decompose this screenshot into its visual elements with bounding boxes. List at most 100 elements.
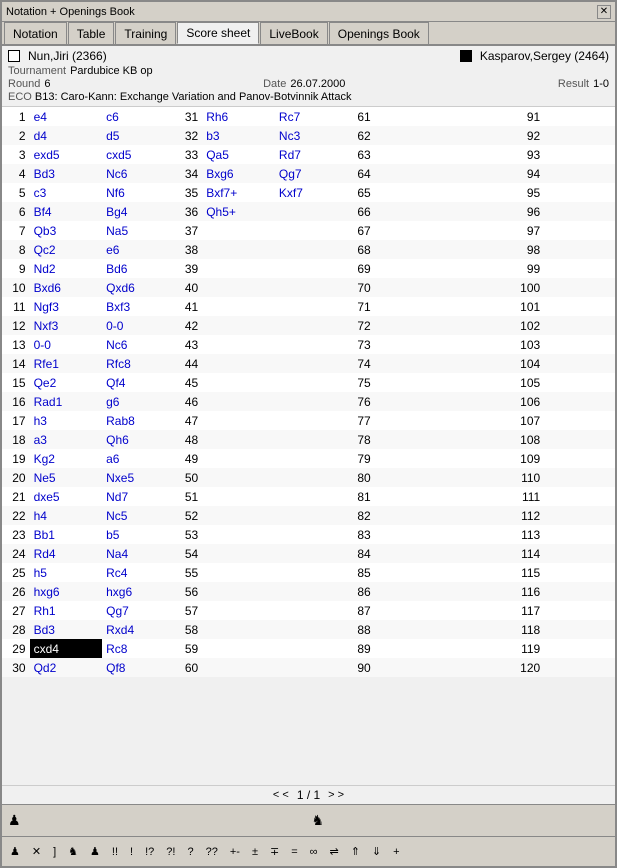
move-black3-86[interactable] [445, 582, 516, 601]
move-white-2[interactable]: d4 [30, 126, 103, 145]
move-black-7[interactable]: Na5 [102, 221, 175, 240]
tab-scoresheet[interactable]: Score sheet [177, 22, 259, 44]
move-white2-33[interactable]: Qa5 [202, 145, 275, 164]
move-white2-45[interactable] [202, 373, 275, 392]
move-black-18[interactable]: Qh6 [102, 430, 175, 449]
move-black2-43[interactable] [275, 335, 347, 354]
move-white-27[interactable]: Rh1 [30, 601, 103, 620]
tab-livebook[interactable]: LiveBook [260, 22, 327, 44]
move-white3-85[interactable] [375, 563, 446, 582]
move-white2-44[interactable] [202, 354, 275, 373]
move-black-27[interactable]: Qg7 [102, 601, 175, 620]
move-white2-56[interactable] [202, 582, 275, 601]
plus-btn[interactable]: + [389, 844, 403, 860]
move-white4-101[interactable] [544, 297, 615, 316]
tab-notation[interactable]: Notation [4, 22, 67, 44]
mp-btn[interactable]: ∓ [266, 843, 283, 860]
move-black2-44[interactable] [275, 354, 347, 373]
move-white-21[interactable]: dxe5 [30, 487, 103, 506]
move-black-20[interactable]: Nxe5 [102, 468, 175, 487]
move-white3-69[interactable] [375, 259, 446, 278]
move-white3-90[interactable] [375, 658, 446, 677]
move-black3-89[interactable] [445, 639, 516, 658]
move-white2-35[interactable]: Bxf7+ [202, 183, 275, 202]
move-black-11[interactable]: Bxf3 [102, 297, 175, 316]
move-white-29[interactable]: cxd4 [30, 639, 103, 658]
move-white2-47[interactable] [202, 411, 275, 430]
move-white-12[interactable]: Nxf3 [30, 316, 103, 335]
move-black3-64[interactable] [445, 164, 516, 183]
move-black3-85[interactable] [445, 563, 516, 582]
move-white4-110[interactable] [544, 468, 615, 487]
move-white4-94[interactable] [544, 164, 615, 183]
move-white3-66[interactable] [375, 202, 446, 221]
move-white3-75[interactable] [375, 373, 446, 392]
move-black3-76[interactable] [445, 392, 516, 411]
move-black3-61[interactable] [445, 107, 516, 126]
move-white4-96[interactable] [544, 202, 615, 221]
move-white3-68[interactable] [375, 240, 446, 259]
move-black3-79[interactable] [445, 449, 516, 468]
move-white4-108[interactable] [544, 430, 615, 449]
move-white3-72[interactable] [375, 316, 446, 335]
move-white3-70[interactable] [375, 278, 446, 297]
first-page-button[interactable]: < < [273, 789, 289, 801]
move-white2-49[interactable] [202, 449, 275, 468]
move-white-23[interactable]: Bb1 [30, 525, 103, 544]
move-white-16[interactable]: Rad1 [30, 392, 103, 411]
move-white-19[interactable]: Kg2 [30, 449, 103, 468]
move-black3-72[interactable] [445, 316, 516, 335]
move-white4-104[interactable] [544, 354, 615, 373]
move-white4-91[interactable] [544, 107, 615, 126]
move-black-25[interactable]: Rc4 [102, 563, 175, 582]
move-black3-83[interactable] [445, 525, 516, 544]
move-white2-39[interactable] [202, 259, 275, 278]
move-white4-98[interactable] [544, 240, 615, 259]
move-white3-82[interactable] [375, 506, 446, 525]
move-black-13[interactable]: Nc6 [102, 335, 175, 354]
move-black2-37[interactable] [275, 221, 347, 240]
last-page-button[interactable]: > > [328, 789, 344, 801]
double-exclaim-btn[interactable]: !! [108, 844, 122, 860]
move-black3-73[interactable] [445, 335, 516, 354]
move-white4-114[interactable] [544, 544, 615, 563]
move-black2-53[interactable] [275, 525, 347, 544]
move-black2-60[interactable] [275, 658, 347, 677]
move-white2-59[interactable] [202, 639, 275, 658]
bracket-btn[interactable]: ] [49, 844, 60, 860]
move-white-17[interactable]: h3 [30, 411, 103, 430]
q-exclaim-btn[interactable]: ?! [162, 844, 179, 860]
move-white-22[interactable]: h4 [30, 506, 103, 525]
move-black-14[interactable]: Rfc8 [102, 354, 175, 373]
move-white-24[interactable]: Rd4 [30, 544, 103, 563]
move-black-3[interactable]: cxd5 [102, 145, 175, 164]
move-black2-57[interactable] [275, 601, 347, 620]
move-black3-87[interactable] [445, 601, 516, 620]
move-black2-36[interactable] [275, 202, 347, 221]
move-black2-47[interactable] [275, 411, 347, 430]
move-black3-63[interactable] [445, 145, 516, 164]
move-white3-65[interactable] [375, 183, 446, 202]
move-black2-41[interactable] [275, 297, 347, 316]
move-black-22[interactable]: Nc5 [102, 506, 175, 525]
move-black2-32[interactable]: Nc3 [275, 126, 347, 145]
move-white2-40[interactable] [202, 278, 275, 297]
move-black2-33[interactable]: Rd7 [275, 145, 347, 164]
exclaim-btn[interactable]: ! [126, 844, 137, 860]
move-black-26[interactable]: hxg6 [102, 582, 175, 601]
move-white2-43[interactable] [202, 335, 275, 354]
move-white-9[interactable]: Nd2 [30, 259, 103, 278]
up-btn[interactable]: ⇑ [347, 843, 364, 860]
bishop-btn[interactable]: ♟ [86, 843, 104, 860]
move-black-23[interactable]: b5 [102, 525, 175, 544]
move-black3-77[interactable] [445, 411, 516, 430]
move-white4-107[interactable] [544, 411, 615, 430]
move-black3-66[interactable] [445, 202, 516, 221]
move-white2-36[interactable]: Qh5+ [202, 202, 275, 221]
move-white-26[interactable]: hxg6 [30, 582, 103, 601]
move-white-13[interactable]: 0-0 [30, 335, 103, 354]
move-white-15[interactable]: Qe2 [30, 373, 103, 392]
move-black3-65[interactable] [445, 183, 516, 202]
move-white4-115[interactable] [544, 563, 615, 582]
move-white2-58[interactable] [202, 620, 275, 639]
